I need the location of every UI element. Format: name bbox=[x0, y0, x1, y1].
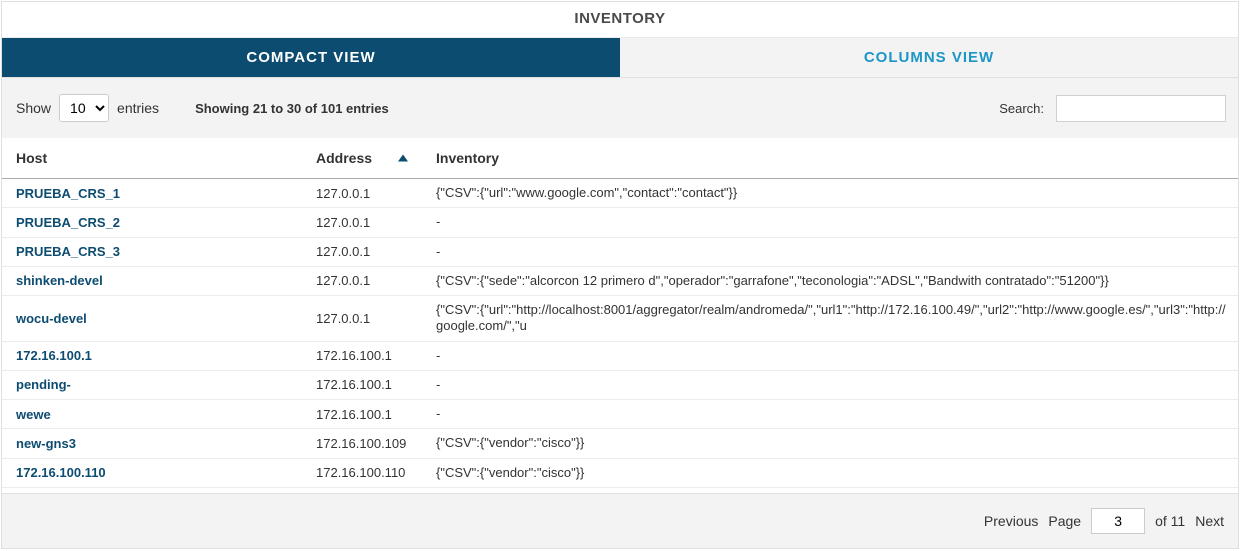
host-link[interactable]: new-gns3 bbox=[16, 436, 76, 451]
show-label: Show bbox=[16, 100, 51, 116]
cell-address: 172.16.100.1 bbox=[302, 400, 422, 429]
entries-label: entries bbox=[117, 100, 159, 116]
host-link[interactable]: 172.16.100.1 bbox=[16, 348, 92, 363]
cell-host: wewe bbox=[2, 400, 302, 429]
next-button[interactable]: Next bbox=[1195, 513, 1224, 529]
host-link[interactable]: PRUEBA_CRS_3 bbox=[16, 244, 120, 259]
search-input[interactable] bbox=[1056, 95, 1226, 122]
cell-inventory: {"CSV":{"vendor":"cisco"}} bbox=[422, 458, 1238, 487]
cell-address: 172.16.100.1 bbox=[302, 370, 422, 399]
table-controls: Show 10 entries Showing 21 to 30 of 101 … bbox=[2, 78, 1238, 138]
table-row: PRUEBA_CRS_3 127.0.0.1- bbox=[2, 237, 1238, 266]
cell-inventory: {"CSV":{"vendor":"cisco"}} bbox=[422, 429, 1238, 458]
table-row: new-gns3 172.16.100.109{"CSV":{"vendor":"… bbox=[2, 429, 1238, 458]
entries-info: Showing 21 to 30 of 101 entries bbox=[195, 101, 389, 116]
cell-inventory: {"CSV":{"sede":"alcorcon 12 primero d","… bbox=[422, 266, 1238, 295]
host-link[interactable]: wocu-devel bbox=[16, 311, 87, 326]
column-header-inventory[interactable]: Inventory bbox=[422, 138, 1238, 179]
table-row: PRUEBA_CRS_1 127.0.0.1{"CSV":{"url":"www.… bbox=[2, 179, 1238, 208]
host-link[interactable]: pending- bbox=[16, 377, 71, 392]
table-row: wocu-devel 127.0.0.1{"CSV":{"url":"http:/… bbox=[2, 296, 1238, 342]
cell-host: PRUEBA_CRS_2 bbox=[2, 208, 302, 237]
host-link[interactable]: wewe bbox=[16, 407, 51, 422]
cell-host: new-gns3 bbox=[2, 429, 302, 458]
cell-inventory: - bbox=[422, 208, 1238, 237]
host-link[interactable]: PRUEBA_CRS_1 bbox=[16, 186, 120, 201]
pagination: Previous Page of 11 Next bbox=[2, 493, 1238, 548]
table-row: wewe 172.16.100.1- bbox=[2, 400, 1238, 429]
page-size-select[interactable]: 10 bbox=[59, 94, 109, 122]
cell-address: 172.16.100.110 bbox=[302, 458, 422, 487]
cell-inventory: - bbox=[422, 237, 1238, 266]
entries-control: Show 10 entries bbox=[16, 94, 159, 122]
cell-address: 127.0.0.1 bbox=[302, 237, 422, 266]
panel-title: INVENTORY bbox=[2, 2, 1238, 38]
host-link[interactable]: PRUEBA_CRS_2 bbox=[16, 215, 120, 230]
cell-host: pending- bbox=[2, 370, 302, 399]
search-control: Search: bbox=[999, 95, 1226, 122]
inventory-table: Host Address Inventory PRUEBA_CRS_1 127.0… bbox=[2, 138, 1238, 488]
cell-address: 127.0.0.1 bbox=[302, 179, 422, 208]
host-link[interactable]: 172.16.100.110 bbox=[16, 465, 106, 480]
table-row: shinken-devel 127.0.0.1{"CSV":{"sede":"al… bbox=[2, 266, 1238, 295]
page-input[interactable] bbox=[1091, 508, 1145, 534]
cell-host: PRUEBA_CRS_3 bbox=[2, 237, 302, 266]
cell-inventory: - bbox=[422, 341, 1238, 370]
sort-asc-icon bbox=[398, 155, 408, 162]
inventory-panel: INVENTORY COMPACT VIEW COLUMNS VIEW Show… bbox=[1, 1, 1239, 549]
cell-address: 127.0.0.1 bbox=[302, 266, 422, 295]
view-tabs: COMPACT VIEW COLUMNS VIEW bbox=[2, 38, 1238, 78]
page-label: Page bbox=[1048, 513, 1081, 529]
tab-compact-view[interactable]: COMPACT VIEW bbox=[2, 38, 620, 77]
table-row: 172.16.100.1172.16.100.1- bbox=[2, 341, 1238, 370]
cell-host: PRUEBA_CRS_1 bbox=[2, 179, 302, 208]
of-label: of 11 bbox=[1155, 513, 1185, 529]
cell-inventory: {"CSV":{"url":"http://localhost:8001/agg… bbox=[422, 296, 1238, 342]
cell-host: wocu-devel bbox=[2, 296, 302, 342]
cell-address: 127.0.0.1 bbox=[302, 208, 422, 237]
column-header-host[interactable]: Host bbox=[2, 138, 302, 179]
cell-host: 172.16.100.110 bbox=[2, 458, 302, 487]
previous-button[interactable]: Previous bbox=[984, 513, 1038, 529]
tab-columns-view[interactable]: COLUMNS VIEW bbox=[620, 38, 1238, 77]
table-row: 172.16.100.110172.16.100.110{"CSV":{"ven… bbox=[2, 458, 1238, 487]
cell-address: 172.16.100.109 bbox=[302, 429, 422, 458]
cell-address: 127.0.0.1 bbox=[302, 296, 422, 342]
cell-inventory: - bbox=[422, 400, 1238, 429]
cell-address: 172.16.100.1 bbox=[302, 341, 422, 370]
host-link[interactable]: shinken-devel bbox=[16, 273, 103, 288]
table-row: pending- 172.16.100.1- bbox=[2, 370, 1238, 399]
table-row: PRUEBA_CRS_2 127.0.0.1- bbox=[2, 208, 1238, 237]
cell-host: 172.16.100.1 bbox=[2, 341, 302, 370]
cell-inventory: {"CSV":{"url":"www.google.com","contact"… bbox=[422, 179, 1238, 208]
cell-host: shinken-devel bbox=[2, 266, 302, 295]
column-header-address[interactable]: Address bbox=[302, 138, 422, 179]
search-label: Search: bbox=[999, 101, 1044, 116]
cell-inventory: - bbox=[422, 370, 1238, 399]
